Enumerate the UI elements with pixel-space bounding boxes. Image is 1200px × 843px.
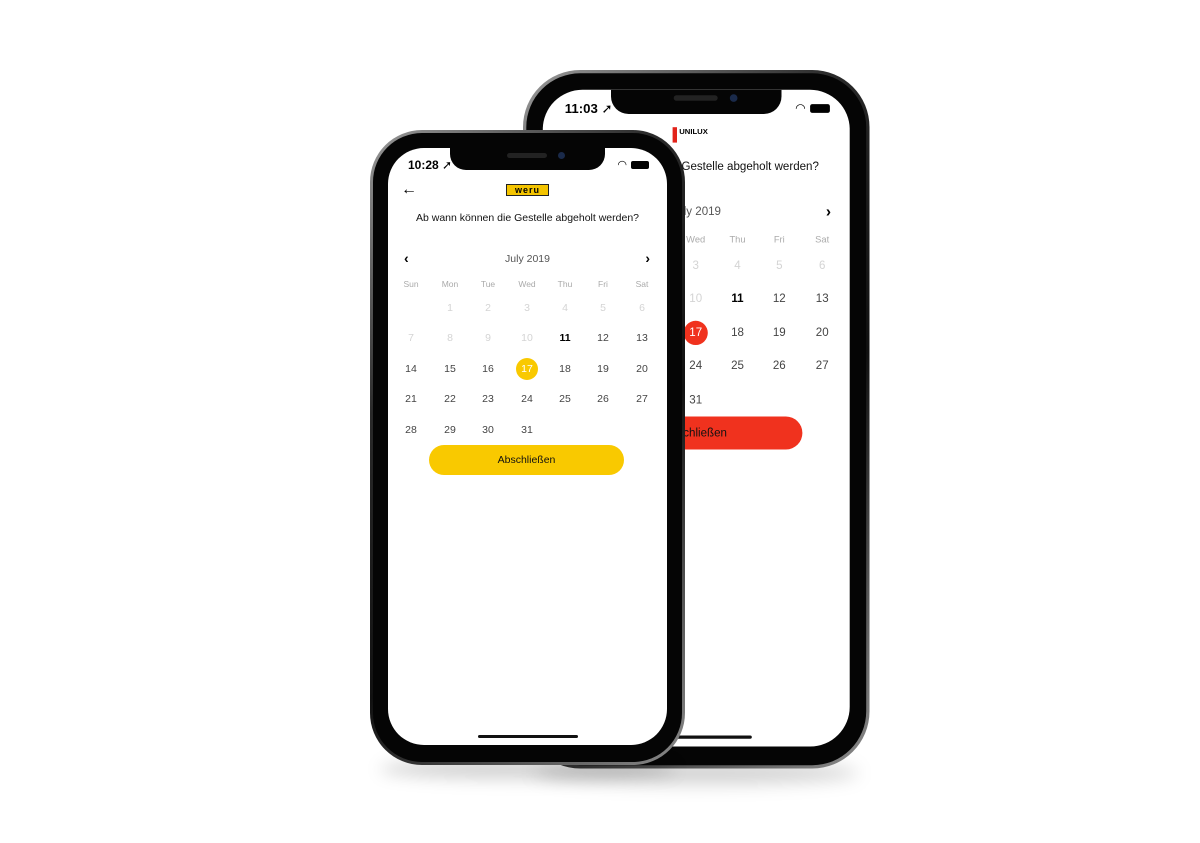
calendar-day-24[interactable]: 24 xyxy=(684,354,708,378)
notch xyxy=(611,89,782,114)
calendar-day-13[interactable]: 13 xyxy=(810,287,834,311)
calendar-day-26[interactable]: 26 xyxy=(592,388,614,410)
status-icons: ◠ xyxy=(617,158,649,171)
calendar-day-5: 5 xyxy=(600,302,606,314)
weekday-fri: Fri xyxy=(773,233,785,245)
calendar-day-22[interactable]: 22 xyxy=(439,388,461,410)
brand-logo: weru xyxy=(506,184,549,196)
calendar-day-24[interactable]: 24 xyxy=(516,388,538,410)
calendar-day-23[interactable]: 23 xyxy=(477,388,499,410)
location-icon: ➚ xyxy=(438,158,453,172)
battery-icon xyxy=(810,103,830,113)
battery-icon xyxy=(631,160,649,169)
calendar-day-7: 7 xyxy=(408,332,414,344)
month-label: July 2019 xyxy=(505,253,550,265)
question-title: Ab wann können die Gestelle abgeholt wer… xyxy=(416,212,639,224)
calendar-day-12[interactable]: 12 xyxy=(767,287,791,311)
weekday-thu: Thu xyxy=(557,279,573,289)
status-icons: ◠ xyxy=(795,101,830,115)
weekday-thu: Thu xyxy=(729,233,746,245)
weekday-tue: Tue xyxy=(480,279,496,289)
calendar-day-16[interactable]: 16 xyxy=(477,358,499,380)
notch xyxy=(450,148,605,170)
wifi-icon: ◠ xyxy=(617,159,627,171)
wifi-icon: ◠ xyxy=(795,101,806,116)
speaker xyxy=(673,95,718,101)
calendar-day-3: 3 xyxy=(524,302,530,314)
phone-screen: 10:28 ➚ ◠ ← weru Ab wann können die Gestelle… xyxy=(388,148,667,745)
calendar-day-21[interactable]: 21 xyxy=(400,388,422,410)
phone-weru: 10:28 ➚ ◠ ← weru Ab wann können die Gestelle… xyxy=(370,130,685,779)
calendar-day-8: 8 xyxy=(447,332,453,344)
location-icon: ➚ xyxy=(597,100,613,117)
calendar-day-18[interactable]: 18 xyxy=(554,358,576,380)
chevron-right-icon[interactable]: › xyxy=(826,202,831,220)
calendar-day-6: 6 xyxy=(818,259,826,273)
calendar-day-19[interactable]: 19 xyxy=(592,358,614,380)
calendar-day-19[interactable]: 19 xyxy=(767,321,791,345)
calendar-day-27[interactable]: 27 xyxy=(810,354,834,378)
weekday-wed: Wed xyxy=(518,279,536,289)
calendar-day-4: 4 xyxy=(562,302,568,314)
camera xyxy=(729,94,738,102)
calendar-day-31[interactable]: 31 xyxy=(516,419,538,441)
phone-frame: 10:28 ➚ ◠ ← weru Ab wann können die Gestelle… xyxy=(370,130,685,765)
calendar-day-31[interactable]: 31 xyxy=(684,388,708,412)
calendar-day-14[interactable]: 14 xyxy=(400,358,422,380)
calendar-day-13[interactable]: 13 xyxy=(631,327,653,349)
camera xyxy=(558,152,565,159)
calendar-day-6: 6 xyxy=(639,302,645,314)
calendar-day-3: 3 xyxy=(692,259,699,273)
calendar-day-17[interactable]: 17 xyxy=(683,320,708,345)
calendar-day-17[interactable]: 17 xyxy=(516,358,538,380)
weekday-fri: Fri xyxy=(598,279,608,289)
status-time: 10:28 ➚ xyxy=(408,158,453,172)
calendar-day-11[interactable]: 11 xyxy=(725,287,749,311)
calendar-day-20[interactable]: 20 xyxy=(810,321,834,345)
calendar-day-20[interactable]: 20 xyxy=(631,358,653,380)
calendar-day-30[interactable]: 30 xyxy=(477,419,499,441)
calendar-day-12[interactable]: 12 xyxy=(592,327,614,349)
phone-bezel: 10:28 ➚ ◠ ← weru Ab wann können die Gestelle… xyxy=(373,133,682,762)
calendar-day-11[interactable]: 11 xyxy=(554,327,576,349)
calendar-day-27[interactable]: 27 xyxy=(631,388,653,410)
calendar-day-28[interactable]: 28 xyxy=(400,419,422,441)
weekday-sat: Sat xyxy=(635,279,649,289)
calendar-day-10: 10 xyxy=(521,332,533,344)
calendar-day-25[interactable]: 25 xyxy=(725,354,749,378)
weekday-mon: Mon xyxy=(441,279,459,289)
chevron-right-icon[interactable]: › xyxy=(645,250,650,266)
calendar-day-4: 4 xyxy=(734,259,741,273)
calendar-day-18[interactable]: 18 xyxy=(725,321,749,345)
speaker xyxy=(507,153,547,158)
calendar-day-9: 9 xyxy=(485,332,491,344)
calendar-day-5: 5 xyxy=(776,259,783,273)
calendar-day-26[interactable]: 26 xyxy=(767,354,791,378)
status-time: 11:03 ➚ xyxy=(564,100,613,117)
weekday-sat: Sat xyxy=(815,233,830,245)
weekday-sun: Sun xyxy=(403,279,419,289)
calendar-day-1: 1 xyxy=(447,302,453,314)
calendar-day-15[interactable]: 15 xyxy=(439,358,461,380)
calendar-day-2: 2 xyxy=(485,302,491,314)
calendar-day-25[interactable]: 25 xyxy=(554,388,576,410)
back-arrow-icon[interactable]: ← xyxy=(401,181,417,199)
finish-button[interactable]: Abschließen xyxy=(429,445,624,475)
calendar-day-10: 10 xyxy=(689,292,703,306)
home-indicator[interactable] xyxy=(478,735,578,738)
calendar-day-29[interactable]: 29 xyxy=(439,419,461,441)
